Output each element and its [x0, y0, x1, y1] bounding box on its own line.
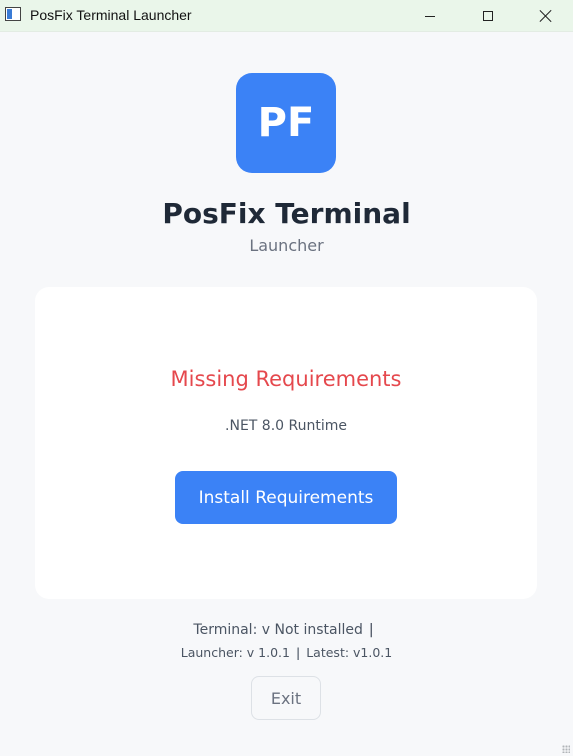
separator: | — [296, 645, 301, 660]
requirement-item: .NET 8.0 Runtime — [225, 418, 347, 434]
title-bar: PosFix Terminal Launcher — [0, 0, 573, 32]
app-window-icon — [5, 7, 21, 21]
latest-version: Latest: v1.0.1 — [306, 645, 393, 660]
maximize-button[interactable] — [462, 0, 514, 32]
separator: | — [368, 622, 374, 638]
launcher-version: Launcher: v 1.0.1 — [180, 645, 290, 660]
requirements-card: Missing Requirements .NET 8.0 Runtime In… — [35, 287, 537, 599]
terminal-version: Terminal: v Not installed — [193, 622, 363, 638]
terminal-version-line: Terminal: v Not installed | — [0, 622, 573, 638]
minimize-button[interactable] — [404, 0, 456, 32]
app-subtitle: Launcher — [249, 236, 324, 255]
close-icon — [539, 9, 553, 23]
app-name: PosFix Terminal — [162, 197, 411, 230]
exit-button[interactable]: Exit — [251, 676, 321, 720]
app-logo: PF — [236, 73, 336, 173]
maximize-icon — [483, 11, 493, 21]
launcher-version-line: Launcher: v 1.0.1 | Latest: v1.0.1 — [0, 645, 573, 660]
install-requirements-button[interactable]: Install Requirements — [175, 471, 397, 524]
close-button[interactable] — [520, 0, 572, 32]
window-title: PosFix Terminal Launcher — [30, 7, 192, 23]
minimize-icon — [425, 15, 435, 17]
resize-grip[interactable] — [562, 745, 570, 753]
missing-requirements-title: Missing Requirements — [170, 367, 402, 391]
